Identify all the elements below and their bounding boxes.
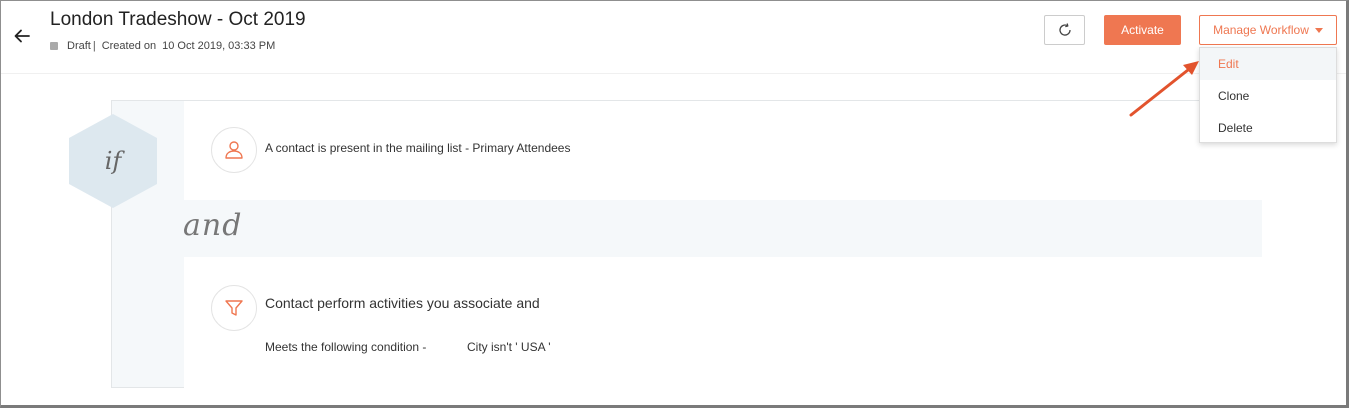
condition-activities-title: Contact perform activities you associate…	[265, 295, 540, 311]
meta-separator: |	[92, 40, 96, 52]
condition-label: Meets the following condition -	[265, 340, 427, 354]
activate-button[interactable]: Activate	[1104, 15, 1181, 45]
and-connector	[184, 200, 1262, 257]
and-label: and	[183, 208, 243, 243]
page-title: London Tradeshow - Oct 2019	[50, 9, 306, 30]
condition-icon-circle	[211, 285, 257, 331]
menu-item-delete[interactable]: Delete	[1200, 112, 1336, 144]
manage-workflow-label: Manage Workflow	[1213, 23, 1309, 37]
status-badge: Draft	[67, 40, 91, 52]
status-indicator-icon	[50, 42, 58, 50]
created-date: 10 Oct 2019, 03:33 PM	[162, 40, 276, 52]
condition-icon-circle	[211, 127, 257, 173]
status-line: Draft | Created on 10 Oct 2019, 03:33 PM	[50, 40, 275, 52]
user-icon	[225, 141, 243, 159]
filter-icon	[225, 300, 243, 316]
menu-item-clone[interactable]: Clone	[1200, 80, 1336, 112]
app-window: London Tradeshow - Oct 2019 Draft | Crea…	[0, 0, 1349, 408]
annotation-arrow-icon	[1129, 61, 1199, 117]
created-label: Created on	[101, 40, 157, 52]
menu-item-edit[interactable]: Edit	[1200, 48, 1336, 80]
refresh-button[interactable]	[1044, 15, 1085, 45]
condition-block-activities[interactable]	[184, 257, 1262, 388]
caret-down-icon	[1314, 28, 1323, 33]
if-hexagon: if	[66, 112, 160, 210]
manage-workflow-button[interactable]: Manage Workflow	[1199, 15, 1337, 45]
if-label: if	[104, 147, 122, 175]
condition-mailing-list-text: A contact is present in the mailing list…	[265, 141, 571, 155]
manage-workflow-menu: Edit Clone Delete	[1199, 47, 1337, 143]
condition-value: City isn't ' USA '	[467, 340, 551, 354]
refresh-icon	[1058, 23, 1071, 36]
back-arrow-icon[interactable]	[13, 27, 31, 45]
